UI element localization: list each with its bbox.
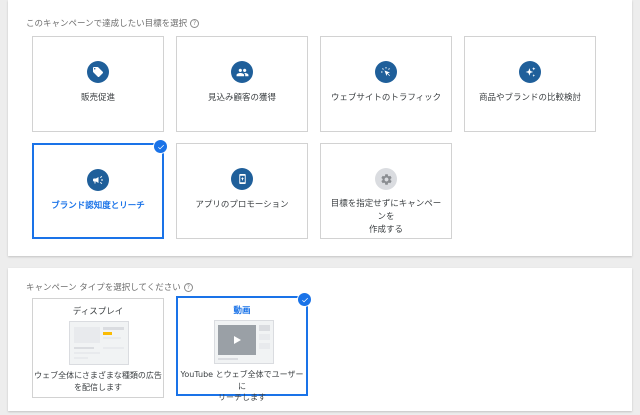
campaign-type-panel: キャンペーン タイプを選択してください ? ディスプレイ ウェブ全体にさまざまな… (8, 268, 632, 411)
campaign-type-display[interactable]: ディスプレイ ウェブ全体にさまざまな種類の広告 を配信します (32, 298, 164, 398)
objective-card-consideration[interactable]: 商品やブランドの比較検討 (464, 36, 596, 132)
tag-icon (87, 61, 109, 83)
objective-card-leads[interactable]: 見込み顧客の獲得 (176, 36, 308, 132)
campaign-type-section-title: キャンペーン タイプを選択してください ? (26, 281, 193, 293)
objective-label: 販売促進 (80, 93, 115, 103)
help-icon[interactable]: ? (183, 282, 193, 292)
campaign-type-title: 動画 (233, 306, 251, 316)
people-icon (231, 61, 253, 83)
phone-app-icon (231, 168, 253, 190)
check-icon (153, 139, 168, 154)
campaign-type-title-text: キャンペーン タイプを選択してください (26, 283, 181, 293)
objective-card-traffic[interactable]: ウェブサイトのトラフィック (320, 36, 452, 132)
objective-label: ウェブサイトのトラフィック (330, 93, 442, 103)
objective-card-sales[interactable]: 販売促進 (32, 36, 164, 132)
objective-label: 目標を指定せずにキャンペーンを 作成する (330, 199, 442, 235)
objective-card-brand-awareness[interactable]: ブランド認知度とリーチ (32, 139, 168, 239)
objective-label: ブランド認知度とリーチ (51, 201, 145, 211)
display-ad-thumbnail-icon (69, 321, 129, 365)
gear-icon (375, 168, 397, 190)
objectives-panel: このキャンペーンで達成したい目標を選択 ? 販売促進 見込み顧客の獲得 ウェブサ… (8, 0, 632, 256)
objective-card-app-promotion[interactable]: アプリのプロモーション (176, 143, 308, 239)
campaign-type-description: ウェブ全体にさまざまな種類の広告 を配信します (34, 371, 162, 392)
campaign-type-video[interactable]: 動画 YouTube とウェブ全体でユーザーに リーチします (176, 292, 312, 402)
help-icon[interactable]: ? (190, 18, 200, 28)
objective-label: 見込み顧客の獲得 (207, 93, 276, 103)
objective-label: アプリのプロモーション (195, 200, 289, 210)
objective-label: 商品やブランドの比較検討 (478, 93, 581, 103)
video-thumbnail-icon (214, 320, 274, 364)
objectives-title-text: このキャンペーンで達成したい目標を選択 (26, 19, 188, 29)
campaign-type-description: YouTube とウェブ全体でユーザーに リーチします (180, 370, 304, 402)
megaphone-icon (87, 169, 109, 191)
objectives-section-title: このキャンペーンで達成したい目標を選択 ? (26, 17, 200, 29)
campaign-type-title: ディスプレイ (72, 307, 124, 317)
objective-card-no-goal[interactable]: 目標を指定せずにキャンペーンを 作成する (320, 143, 452, 239)
cursor-click-icon (375, 61, 397, 83)
sparkle-icon (519, 61, 541, 83)
